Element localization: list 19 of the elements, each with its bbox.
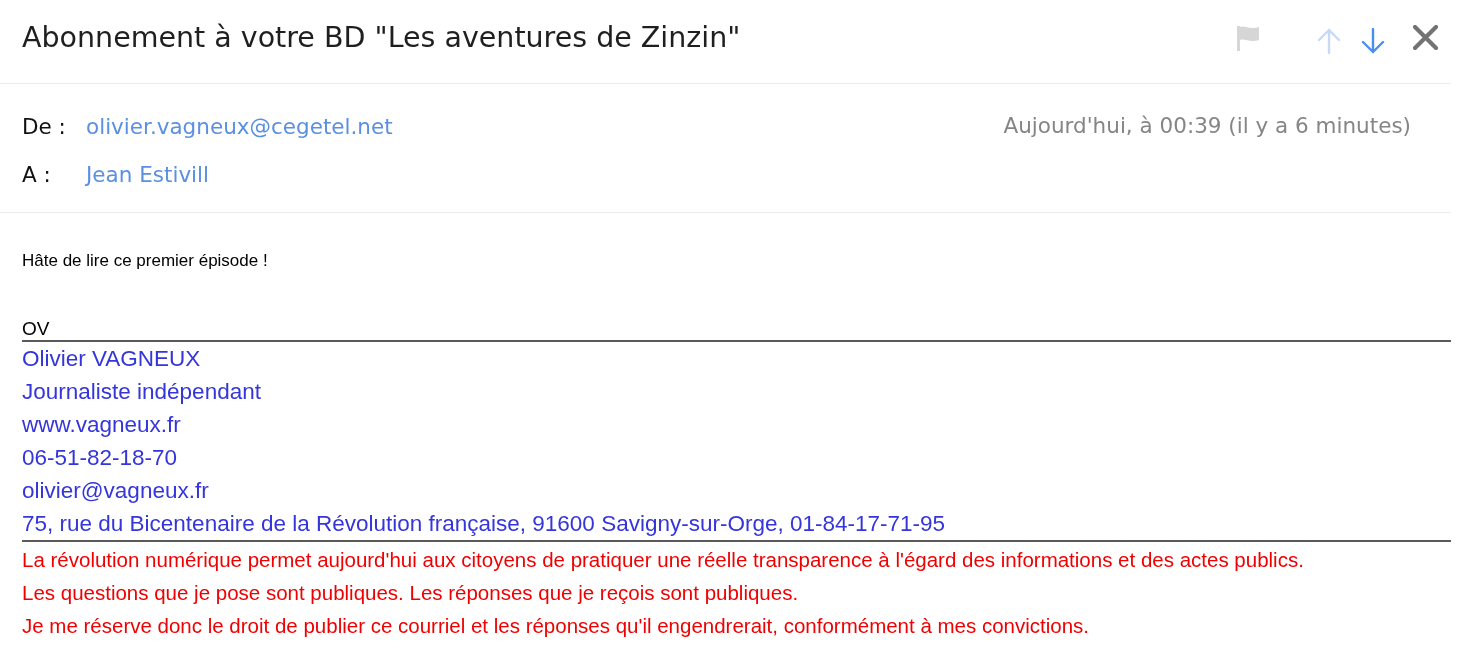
sender-link[interactable]: olivier.vagneux@cegetel.net [86,113,393,139]
arrow-down-icon[interactable] [1361,27,1385,54]
message-text: Hâte de lire ce premier épisode ! [22,251,268,270]
field-label: A : [22,161,52,187]
disclaimer-line: Les questions que je pose sont publiques. Les réponses que je reçois sont publiques. [22,580,799,606]
close-icon[interactable] [1413,25,1438,50]
signature-line: 75, rue du Bicentenaire de la Révolution française, 91600 Savigny-sur-Orge, 01-84-17-71-95 [22,510,946,538]
signature-initials: OV [22,318,50,339]
signature-line: Journaliste indépendant [22,378,261,406]
email-subject: Abonnement à votre BD "Les aventures de Zinzin" [22,21,742,54]
disclaimer-line: Je me réserve donc le droit de publier ce courriel et les réponses qu'il engendrerait, conformément à mes convictions. [22,613,1090,639]
field-label: De : [22,113,67,139]
disclaimer-line: La révolution numérique permet aujourd'hui aux citoyens de pratiquer une réelle transparence à l'égard des informations et des actes publics. [22,547,1304,573]
signature-line: Olivier VAGNEUX [22,345,201,373]
signature-line: www.vagneux.fr [22,411,181,439]
signature-line: 06-51-82-18-70 [22,444,178,472]
recipient-link[interactable]: Jean Estivill [86,161,210,187]
signature-line: olivier@vagneux.fr [22,477,209,505]
received-date: Aujourd'hui, à 00:39 (il y a 6 minutes) [1003,112,1411,140]
